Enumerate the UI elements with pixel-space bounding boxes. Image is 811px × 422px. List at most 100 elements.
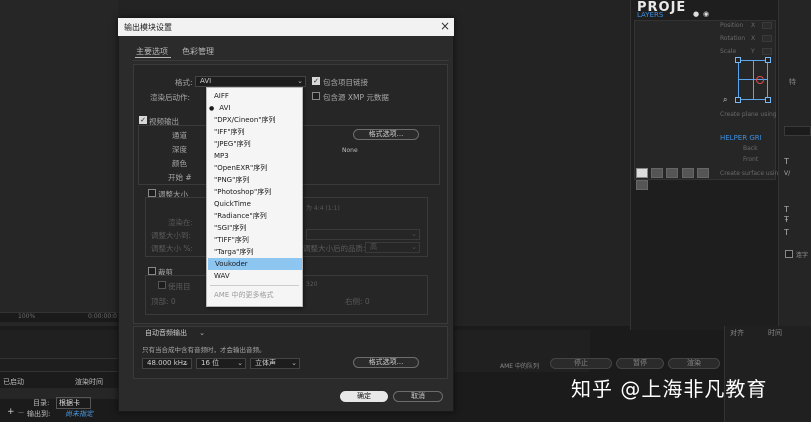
scale-y-input[interactable] — [762, 48, 772, 55]
rotation-x-input[interactable] — [762, 35, 772, 42]
grid-icon[interactable] — [681, 168, 694, 178]
include-xmp-label: 包含源 XMP 元数据 — [323, 93, 389, 102]
format-option-selected[interactable]: ● AVI — [207, 102, 302, 114]
resize-preset-select[interactable]: ⌄ — [306, 229, 420, 240]
layers-heading: LAYERS — [637, 11, 664, 19]
format-option[interactable]: "IFF"序列 — [207, 126, 302, 138]
font-field[interactable] — [784, 126, 811, 136]
remove-output-icon[interactable]: — — [18, 409, 24, 416]
format-option[interactable]: "Radiance"序列 — [207, 210, 302, 222]
left-panel — [0, 0, 118, 330]
format-option[interactable]: "Photoshop"序列 — [207, 186, 302, 198]
resize-quality-select[interactable]: 高 ⌄ — [365, 242, 420, 253]
chevron-down-icon: ⌄ — [237, 359, 243, 367]
resize-checkbox[interactable] — [148, 189, 156, 197]
include-project-link-label: 包含项目链接 — [323, 78, 368, 87]
tab-divider — [133, 60, 449, 61]
format-option[interactable]: "JPEG"序列 — [207, 138, 302, 150]
include-xmp-checkbox[interactable] — [312, 92, 320, 100]
resize-percent-label: 调整大小 %: — [151, 244, 194, 253]
gizmo-node[interactable] — [735, 97, 741, 103]
format-select[interactable]: AVI ⌄ — [195, 76, 306, 87]
sample-rate-select[interactable]: 48.000 kHz ⌄ — [142, 358, 192, 369]
format-option[interactable]: "OpenEXR"序列 — [207, 162, 302, 174]
dot-icon[interactable]: ● — [693, 10, 699, 18]
active-tab-indicator — [135, 57, 171, 58]
format-option-label: AVI — [219, 104, 231, 112]
cancel-button[interactable]: 取消 — [393, 391, 443, 402]
use-roi-label: 使用目 — [168, 282, 191, 291]
close-icon[interactable]: × — [440, 19, 450, 33]
aspect-hint: 为 4:4 (1:1) — [306, 205, 340, 212]
format-option[interactable]: "SGI"序列 — [207, 222, 302, 234]
target-label: 目录: — [33, 399, 50, 407]
menu-divider — [210, 285, 299, 286]
format-option[interactable]: AIFF — [207, 90, 302, 102]
video-format-options-button[interactable]: 格式选项... — [353, 129, 419, 140]
add-output-icon[interactable]: + — [7, 407, 15, 417]
post-render-label: 渲染后动作: — [150, 93, 191, 102]
audio-format-options-button[interactable]: 格式选项... — [353, 357, 419, 368]
resize-to-label: 调整大小到: — [151, 231, 192, 240]
tab-align[interactable]: 对齐 — [730, 328, 744, 338]
diamond-icon[interactable] — [636, 180, 648, 190]
grid-icon[interactable] — [651, 168, 664, 178]
tsume-icon: Ŧ — [784, 215, 789, 224]
render-time-column[interactable]: 渲染时间 — [75, 377, 103, 387]
audio-output-select[interactable]: 自动音频输出 ⌄ — [141, 329, 207, 340]
eye-icon[interactable]: ◉ — [703, 10, 709, 18]
gizmo-center-icon[interactable] — [756, 76, 764, 84]
grid-icon[interactable] — [696, 168, 709, 178]
crop-top-label: 顶部: 0 — [151, 297, 176, 306]
helper-grid-heading: HELPER GRI — [720, 134, 762, 142]
ame-queue-button[interactable]: AME 中的队列 — [500, 361, 539, 370]
format-option[interactable]: "Targa"序列 — [207, 246, 302, 258]
zoom-level[interactable]: 100% — [18, 313, 35, 320]
gizmo-node[interactable] — [765, 57, 771, 63]
crop-checkbox[interactable] — [148, 267, 156, 275]
bit-depth-select[interactable]: 16 位 ⌄ — [196, 358, 246, 369]
render-button[interactable]: 渲染 — [668, 358, 720, 369]
character-panel-tab[interactable]: 特 — [789, 77, 796, 87]
chevron-down-icon: ⌄ — [183, 359, 189, 367]
position-x-input[interactable] — [762, 22, 772, 29]
audio-channels-select[interactable]: 立体声 ⌄ — [250, 358, 300, 369]
use-roi-checkbox[interactable] — [158, 281, 166, 289]
include-project-link-checkbox[interactable]: ✓ — [312, 77, 320, 85]
people-icon[interactable] — [636, 168, 648, 178]
create-plane-text: Create plane using — [720, 111, 777, 118]
output-to-link[interactable]: 尚未指定 — [65, 409, 93, 419]
enabled-column[interactable]: 已启动 — [3, 377, 24, 387]
tab-time[interactable]: 时间 — [768, 328, 782, 338]
format-option[interactable]: WAV — [207, 270, 302, 282]
chevron-down-icon: ⌄ — [199, 329, 205, 337]
format-option[interactable]: QuickTime — [207, 198, 302, 210]
baseline-icon: T — [784, 228, 789, 237]
grid-icon[interactable] — [666, 168, 679, 178]
rotation-label: Rotation — [720, 35, 746, 42]
tab-color-management[interactable]: 色彩管理 — [182, 46, 214, 57]
gizmo-node[interactable] — [735, 57, 741, 63]
watermark-text: 知乎 @上海非凡教育 — [571, 377, 768, 401]
create-surface-text: Create surface usin — [720, 170, 779, 177]
video-output-checkbox[interactable]: ✓ — [139, 116, 147, 124]
pause-button[interactable]: 暂停 — [616, 358, 664, 369]
start-number-label: 开始 # — [168, 173, 192, 182]
eyedropper-icon[interactable]: ⌕ — [723, 95, 727, 105]
tab-main-options[interactable]: 主要选项 — [136, 46, 168, 57]
ok-button[interactable]: 确定 — [340, 391, 388, 402]
gizmo-node[interactable] — [765, 97, 771, 103]
current-time[interactable]: 0:00:00:0 — [88, 313, 117, 320]
format-option-highlighted[interactable]: Voukoder — [208, 258, 302, 270]
more-formats-option[interactable]: AME 中的更多格式 — [207, 289, 302, 301]
ligatures-checkbox[interactable] — [785, 250, 793, 258]
format-dropdown-menu: AIFF ● AVI "DPX/Cineon"序列 "IFF"序列 "JPEG"序… — [206, 87, 303, 307]
format-option[interactable]: "DPX/Cineon"序列 — [207, 114, 302, 126]
format-option[interactable]: "TIFF"序列 — [207, 234, 302, 246]
target-select[interactable]: 根据卡 — [56, 397, 91, 409]
stop-button[interactable]: 停止 — [550, 358, 612, 369]
back-label: Back — [743, 145, 758, 152]
resize-quality-value: 高 — [370, 243, 377, 251]
format-option[interactable]: "PNG"序列 — [207, 174, 302, 186]
format-option[interactable]: MP3 — [207, 150, 302, 162]
